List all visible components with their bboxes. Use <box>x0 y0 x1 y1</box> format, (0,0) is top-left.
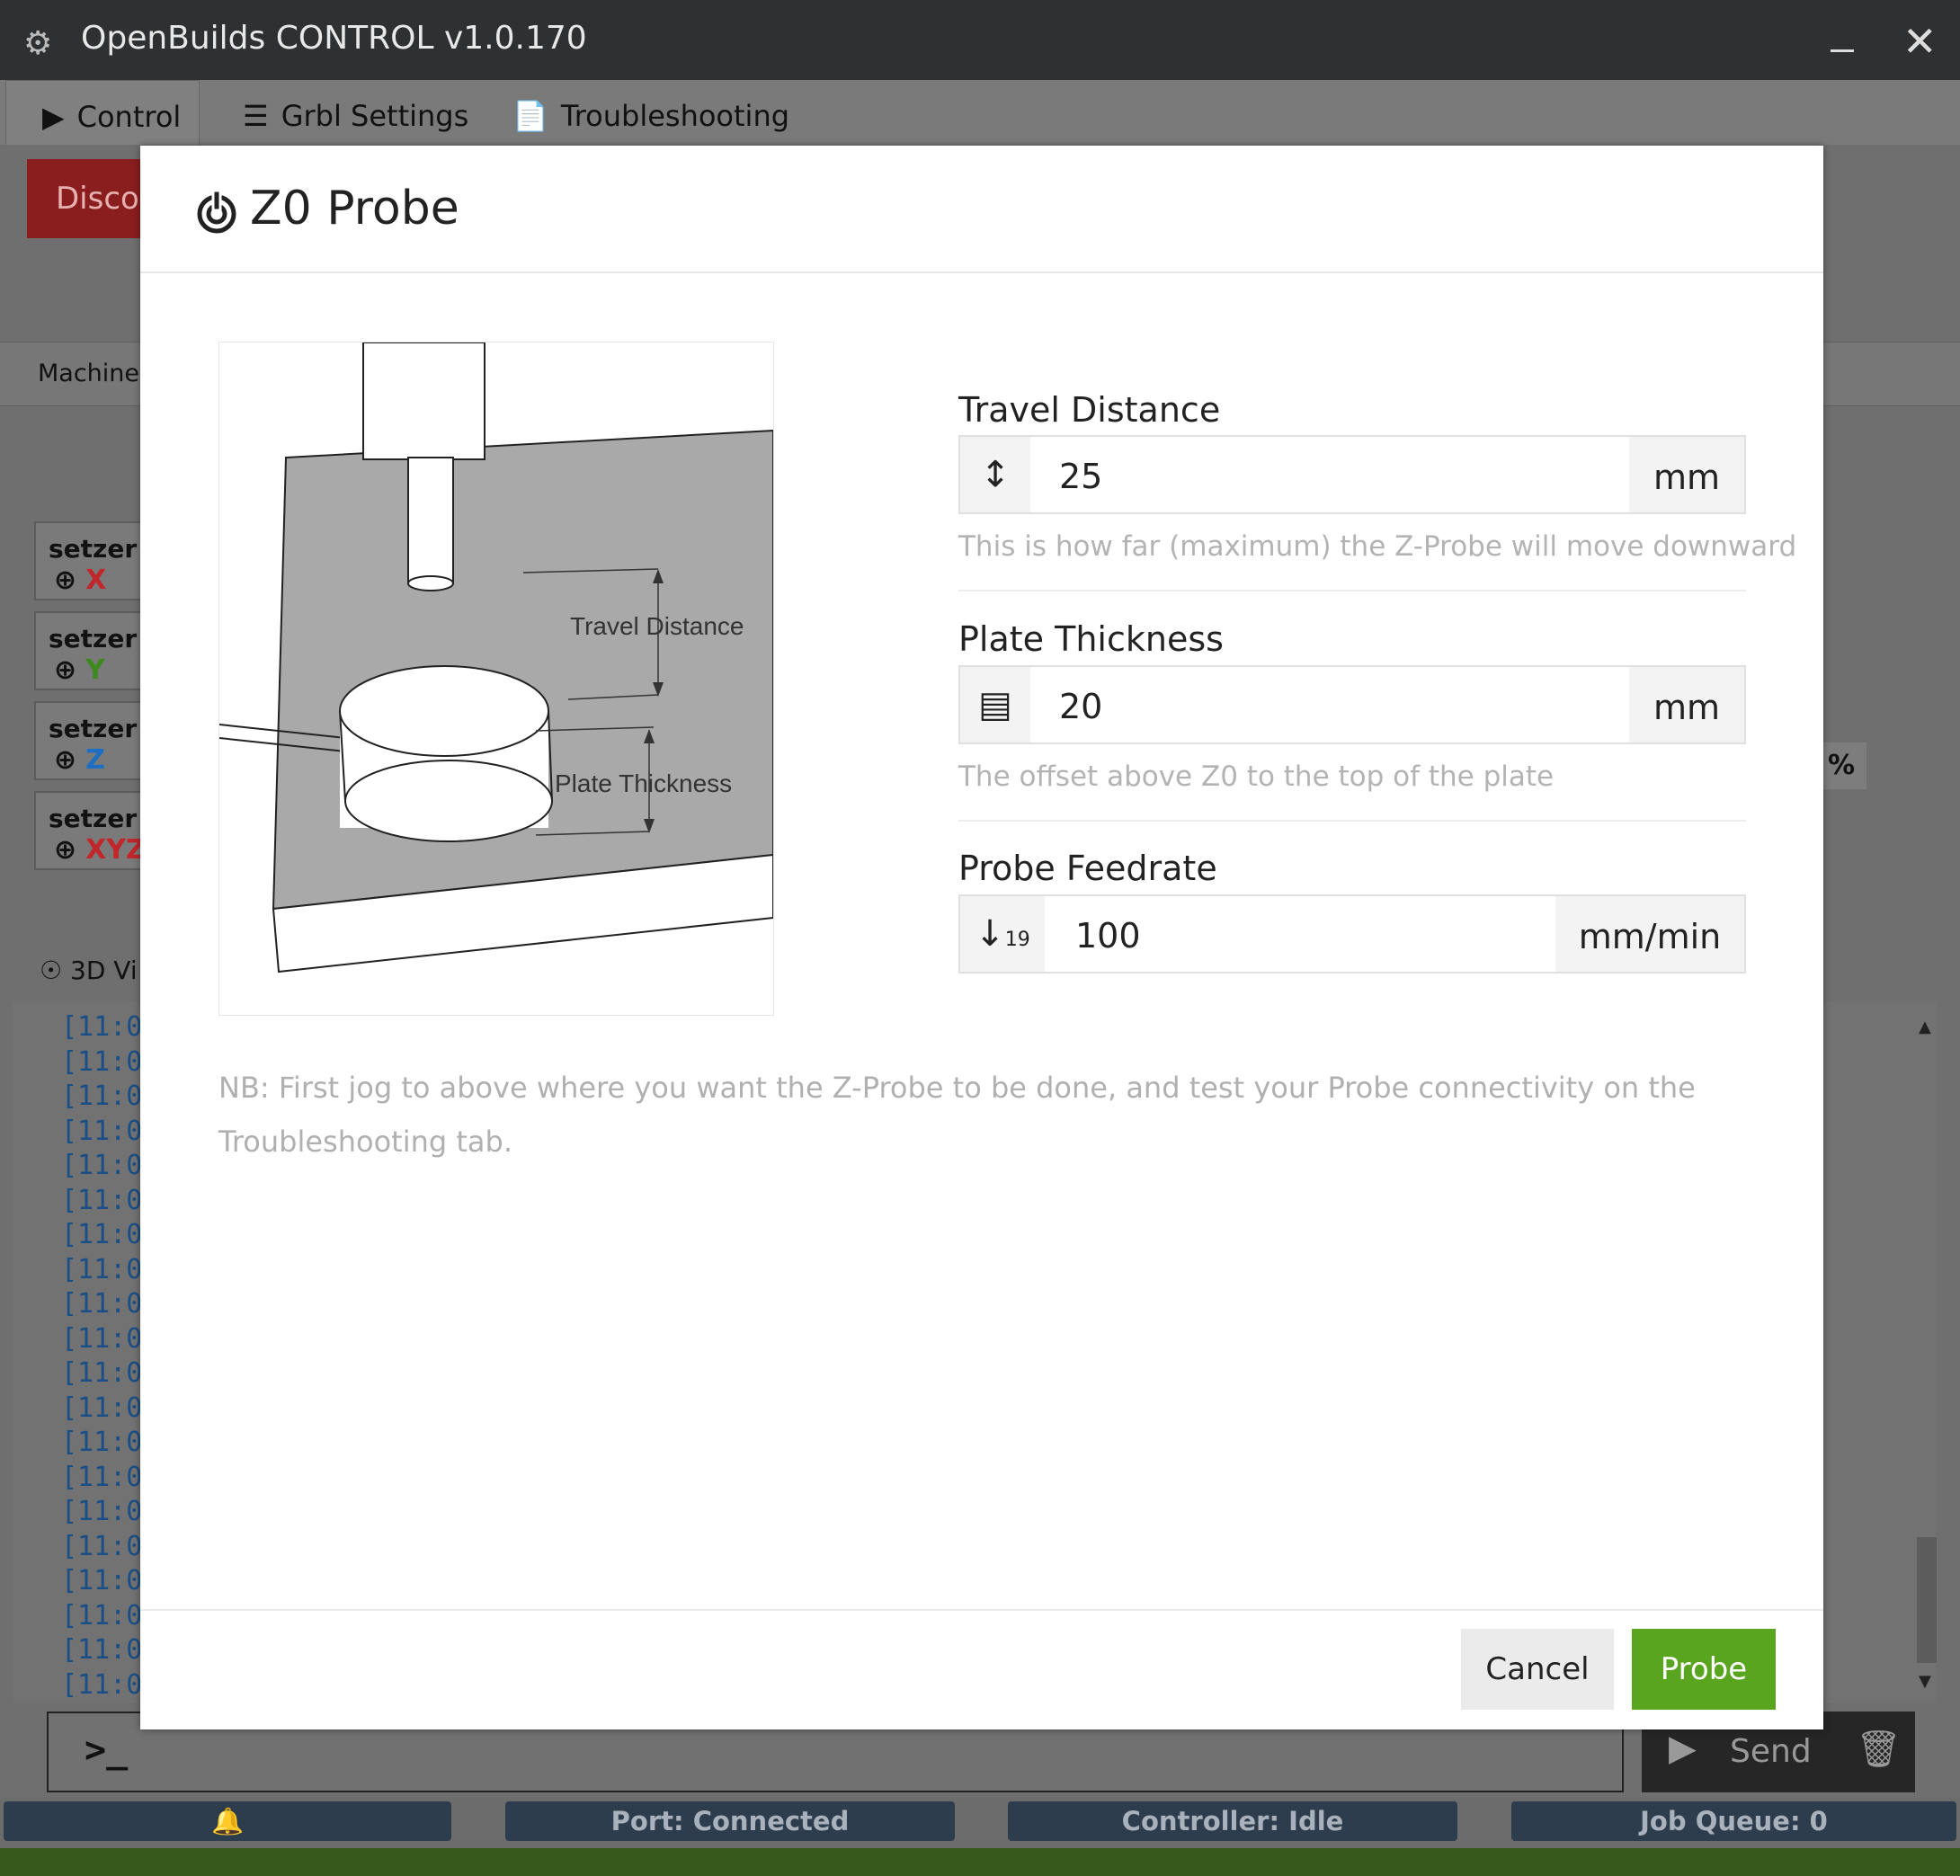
crosshair-icon: ⊕ <box>54 654 77 686</box>
power-target-icon <box>194 189 239 234</box>
console-line: [11:0 <box>61 1219 143 1250</box>
plate-thickness-unit: mm <box>1629 667 1744 742</box>
probe-diagram-image: Travel Distance Plate Thickness <box>218 342 774 1016</box>
console-line: [11:0 <box>61 1668 143 1701</box>
notifications-pill[interactable]: 🔔 <box>4 1801 451 1841</box>
console-line: [11:0 <box>61 1565 143 1596</box>
plate-thickness-help: The offset above Z0 to the top of the pl… <box>958 760 1555 793</box>
probe-button[interactable]: Probe <box>1632 1629 1776 1710</box>
probe-feedrate-unit: mm/min <box>1555 896 1744 972</box>
dialog-header: Z0 Probe <box>140 146 1823 273</box>
close-window-button[interactable]: ✕ <box>1902 16 1938 67</box>
console-line: [11:0 <box>61 1427 143 1458</box>
minimize-button[interactable] <box>1831 49 1854 52</box>
console-line: [11:0 <box>61 1045 143 1078</box>
controller-status: Controller: Idle <box>1008 1801 1457 1841</box>
console-line: [11:0 <box>61 1599 143 1631</box>
plate-thickness-label: Plate Thickness <box>958 619 1224 659</box>
z0-probe-dialog: Z0 Probe Travel Distance Plate Thickness… <box>140 146 1823 1729</box>
arrows-vertical-icon: ↕ <box>960 437 1030 512</box>
console-line: [11:0 <box>61 1322 143 1355</box>
travel-distance-unit: mm <box>1629 437 1744 512</box>
ruler-icon: ▤ <box>960 667 1030 742</box>
tab-troubleshooting[interactable]: 📄 Troubleshooting <box>512 80 789 145</box>
3d-viewer-tab[interactable]: ☉ 3D Vi <box>40 956 138 985</box>
plate-thickness-diagram-label: Plate Thickness <box>555 769 732 797</box>
console-line: [11:0 <box>61 1184 143 1216</box>
console-line: [11:0 <box>61 1011 143 1043</box>
console-line: [11:0 <box>61 1115 143 1147</box>
console-scrollbar[interactable]: ▲ ▼ <box>1913 1007 1940 1691</box>
console-line: [11:0 <box>61 1391 143 1424</box>
file-pulse-icon: 📄 <box>512 99 548 133</box>
console-line: [11:0 <box>61 1150 143 1181</box>
probe-note: NB: First jog to above where you want th… <box>218 1071 1696 1159</box>
console-line: [11:0 <box>61 1253 143 1285</box>
machine-label: Machine <box>38 360 140 387</box>
travel-distance-label: Travel Distance <box>958 390 1221 430</box>
tab-grbl-settings[interactable]: ☰ Grbl Settings <box>243 80 468 145</box>
divider <box>958 590 1746 591</box>
probe-feedrate-label: Probe Feedrate <box>958 849 1217 888</box>
app-gear-icon: ⚙ <box>23 25 53 62</box>
play-icon: ▶ <box>1669 1728 1697 1769</box>
console-line: [11:0 <box>61 1080 143 1112</box>
divider <box>958 820 1746 822</box>
bell-icon: 🔔 <box>210 1806 245 1836</box>
dialog-footer: Cancel Probe <box>140 1609 1823 1731</box>
scroll-down-icon[interactable]: ▼ <box>1919 1672 1931 1691</box>
setzero-xyz-button[interactable]: setzer ⊕ XYZ <box>34 791 151 870</box>
percent-badge: % <box>1816 742 1866 789</box>
console-line: [11:0 <box>61 1288 143 1320</box>
cancel-button[interactable]: Cancel <box>1461 1629 1614 1710</box>
job-queue-status: Job Queue: 0 <box>1511 1801 1956 1841</box>
console-line: [11:0 <box>61 1496 143 1527</box>
console-line: [11:0 <box>61 1461 143 1493</box>
status-bar: 🔔 Port: Connected Controller: Idle Job Q… <box>0 1798 1960 1848</box>
travel-distance-input[interactable]: 25 <box>1059 457 1102 496</box>
setzero-y-button[interactable]: setzer ⊕ Y <box>34 611 151 690</box>
console-line: [11:0 <box>61 1357 143 1389</box>
main-tabs: ▶ Control ☰ Grbl Settings 📄 Troubleshooting <box>0 80 1960 145</box>
play-icon: ▶ <box>42 100 65 134</box>
scroll-thumb[interactable] <box>1917 1537 1937 1663</box>
sliders-icon: ☰ <box>243 99 269 133</box>
setzero-x-button[interactable]: setzer ⊕ X <box>34 521 151 600</box>
probe-feedrate-input[interactable]: 100 <box>1075 916 1141 956</box>
setzero-z-button[interactable]: setzer ⊕ Z <box>34 701 151 780</box>
crosshair-icon: ⊕ <box>54 565 77 596</box>
crosshair-icon: ⊕ <box>54 744 77 776</box>
title-bar: ⚙ OpenBuilds CONTROL v1.0.170 ✕ <box>0 0 1960 80</box>
plate-thickness-input[interactable]: 20 <box>1059 687 1102 726</box>
travel-distance-diagram-label: Travel Distance <box>570 612 744 640</box>
trash-icon[interactable]: 🗑 <box>1856 1728 1902 1770</box>
console-line: [11:0 <box>61 1530 143 1562</box>
cube-3d-icon: ☉ <box>40 956 71 985</box>
travel-distance-help: This is how far (maximum) the Z-Probe wi… <box>958 530 1797 563</box>
plate-thickness-field: ▤ 20 mm <box>958 665 1746 744</box>
terminal-prompt-icon: >_ <box>85 1729 129 1771</box>
scroll-up-icon[interactable]: ▲ <box>1919 1018 1931 1036</box>
dialog-title: Z0 Probe <box>194 182 459 236</box>
window-title: OpenBuilds CONTROL v1.0.170 <box>81 20 587 57</box>
travel-distance-field: ↕ 25 mm <box>958 435 1746 514</box>
console-line: [11:0 <box>61 1634 143 1666</box>
crosshair-icon: ⊕ <box>54 834 77 866</box>
progress-strip <box>0 1848 1960 1876</box>
tab-control[interactable]: ▶ Control <box>5 80 200 145</box>
sort-numeric-down-icon: ↓19 <box>960 896 1045 972</box>
port-status: Port: Connected <box>505 1801 955 1841</box>
probe-feedrate-field: ↓19 100 mm/min <box>958 894 1746 974</box>
